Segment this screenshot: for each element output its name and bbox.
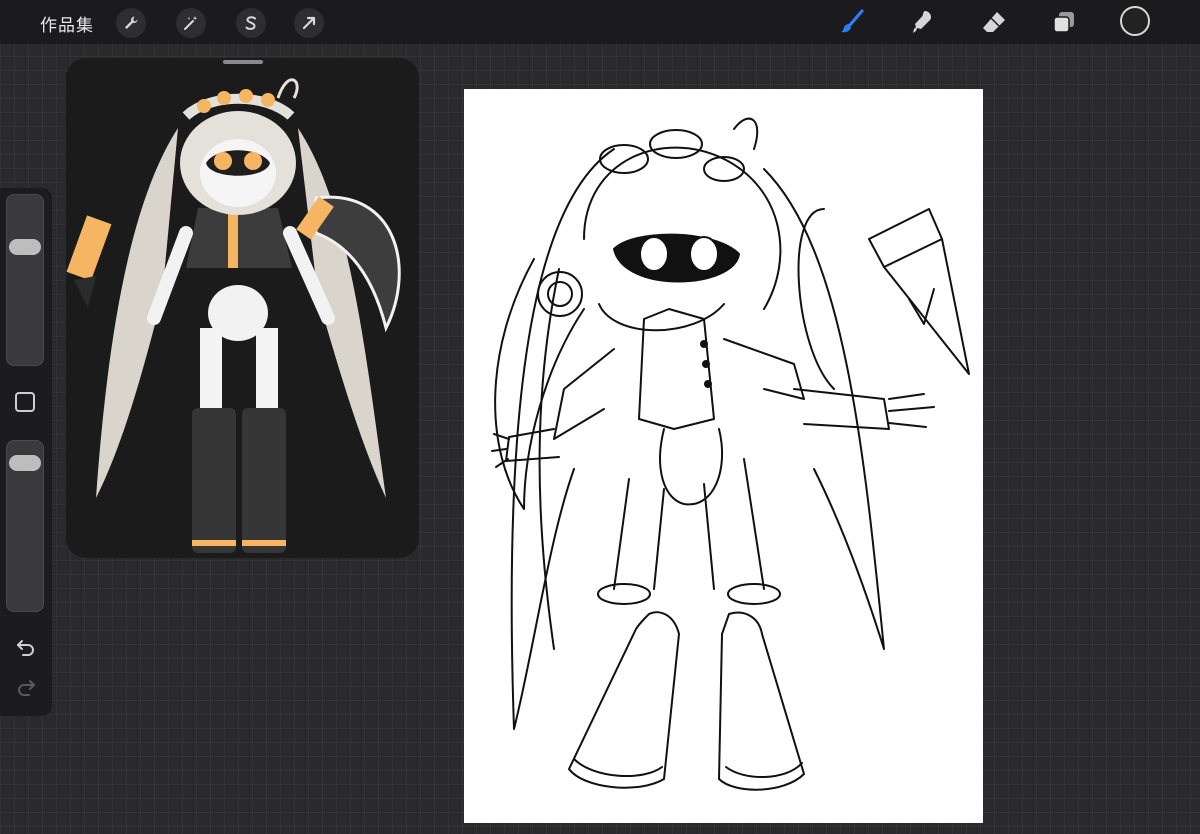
arrow-transform-icon[interactable] (294, 8, 324, 38)
redo-icon[interactable] (12, 676, 40, 700)
modify-square-icon[interactable] (15, 392, 35, 412)
gallery-button[interactable]: 作品集 (40, 11, 94, 36)
left-sidebar (0, 188, 52, 716)
magic-wand-icon[interactable] (176, 8, 206, 38)
smudge-icon[interactable] (906, 6, 938, 38)
opacity-thumb[interactable] (9, 455, 41, 471)
eraser-icon[interactable] (978, 6, 1010, 38)
brush-size-thumb[interactable] (9, 239, 41, 255)
top-toolbar: 作品集 (0, 0, 1200, 44)
brush-size-slider[interactable] (6, 194, 44, 366)
reference-drag-handle[interactable] (223, 60, 263, 64)
color-picker-swatch[interactable] (1120, 6, 1150, 36)
opacity-slider[interactable] (6, 440, 44, 612)
selection-s-icon[interactable] (236, 8, 266, 38)
brush-icon[interactable] (836, 6, 868, 38)
reference-window[interactable] (66, 58, 419, 558)
line-art-drawing (491, 117, 970, 791)
drawing-canvas[interactable] (464, 89, 983, 823)
layers-icon[interactable] (1048, 6, 1080, 38)
reference-image (66, 78, 401, 553)
undo-icon[interactable] (12, 636, 40, 660)
wrench-icon[interactable] (116, 8, 146, 38)
